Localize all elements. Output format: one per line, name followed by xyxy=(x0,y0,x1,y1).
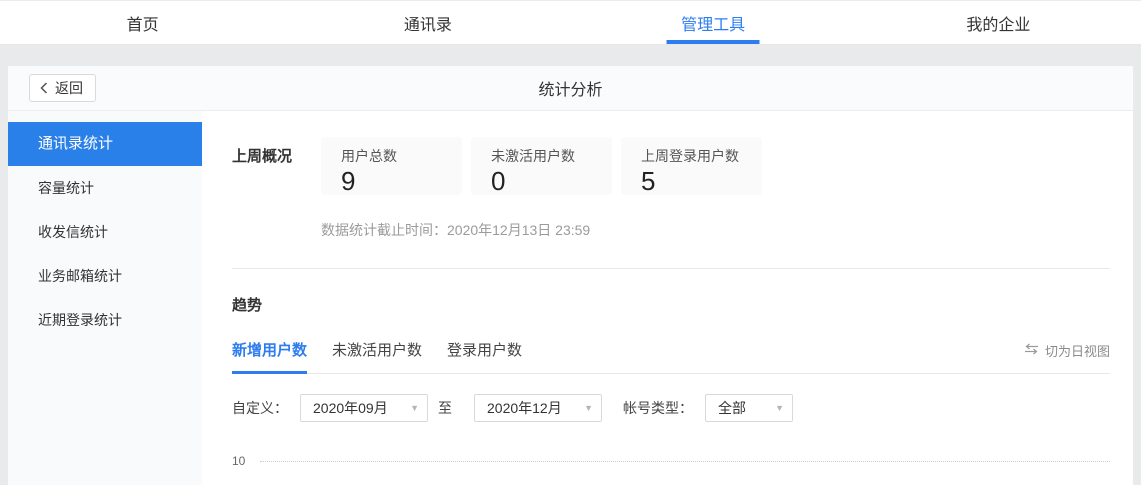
chevron-down-icon: ▼ xyxy=(410,403,419,413)
tab-inactive-users[interactable]: 未激活用户数 xyxy=(332,339,422,374)
end-month-value: 2020年12月 xyxy=(487,400,562,416)
nav-item-home[interactable]: 首页 xyxy=(0,1,285,44)
sidebar: 通讯录统计 容量统计 收发信统计 业务邮箱统计 近期登录统计 xyxy=(8,111,202,485)
main-content: 上周概况 用户总数 9 未激活用户数 0 上周登录用户数 5 数据统计截止时间：… xyxy=(202,111,1133,485)
overview-section-title: 上周概况 xyxy=(232,148,293,165)
sidebar-item-contacts-stats[interactable]: 通讯录统计 xyxy=(8,122,202,166)
start-month-select[interactable]: 2020年09月 ▼ xyxy=(300,394,428,422)
account-type-select[interactable]: 全部 ▼ xyxy=(705,394,793,422)
panel-header: 返回 统计分析 xyxy=(8,66,1133,111)
chart-gridline xyxy=(260,460,1110,462)
nav-item-admin-tools[interactable]: 管理工具 xyxy=(571,1,856,44)
start-month-value: 2020年09月 xyxy=(313,400,388,416)
chevron-down-icon: ▼ xyxy=(775,403,784,413)
nav-item-label: 通讯录 xyxy=(403,16,452,34)
sidebar-item-mail-sendreceive-stats[interactable]: 收发信统计 xyxy=(8,210,202,254)
swap-arrows-icon xyxy=(1024,343,1039,358)
back-button-label: 返回 xyxy=(55,80,83,96)
trend-chart: 10 xyxy=(232,454,1110,468)
nav-item-my-company[interactable]: 我的企业 xyxy=(856,1,1141,44)
nav-active-underline xyxy=(666,40,760,44)
stat-card-total-users: 用户总数 9 xyxy=(321,137,462,195)
top-nav: 首页 通讯录 管理工具 我的企业 xyxy=(0,0,1141,45)
stat-card-label: 用户总数 xyxy=(341,148,397,164)
chevron-down-icon: ▼ xyxy=(584,403,593,413)
panel-body: 通讯录统计 容量统计 收发信统计 业务邮箱统计 近期登录统计 上周概况 用户总数… xyxy=(8,111,1133,485)
stat-card-label: 未激活用户数 xyxy=(491,148,575,164)
stats-panel: 返回 统计分析 通讯录统计 容量统计 收发信统计 业务邮箱统计 近期登录统计 上… xyxy=(8,66,1133,485)
y-axis-tick: 10 xyxy=(232,454,246,468)
switch-to-day-view-button[interactable]: 切为日视图 xyxy=(1024,341,1110,373)
custom-range-label: 自定义： xyxy=(232,400,288,416)
tab-new-users[interactable]: 新增用户数 xyxy=(232,339,308,374)
nav-item-label: 首页 xyxy=(126,16,159,34)
stat-card-label: 上周登录用户数 xyxy=(641,148,739,164)
view-switch-label: 切为日视图 xyxy=(1044,344,1110,359)
sidebar-item-business-mailbox-stats[interactable]: 业务邮箱统计 xyxy=(8,254,202,298)
account-type-value: 全部 xyxy=(718,400,746,416)
back-button[interactable]: 返回 xyxy=(29,74,96,102)
nav-item-label: 管理工具 xyxy=(681,16,746,34)
trend-filter-row: 自定义： 2020年09月 ▼ 至 2020年12月 ▼ 帐号类型： 全部 ▼ xyxy=(232,394,1110,422)
trend-section-title: 趋势 xyxy=(232,297,263,314)
trend-tabs: 新增用户数 未激活用户数 登录用户数 xyxy=(232,339,547,374)
sidebar-item-recent-login-stats[interactable]: 近期登录统计 xyxy=(8,298,202,342)
overview-section: 上周概况 用户总数 9 未激活用户数 0 上周登录用户数 5 xyxy=(232,137,1110,195)
stat-card-value: 5 xyxy=(641,166,656,196)
stat-cards: 用户总数 9 未激活用户数 0 上周登录用户数 5 xyxy=(321,137,762,195)
stat-card-lastweek-login-users: 上周登录用户数 5 xyxy=(621,137,762,195)
stat-card-value: 9 xyxy=(341,166,356,196)
range-to-label: 至 xyxy=(438,400,452,416)
end-month-select[interactable]: 2020年12月 ▼ xyxy=(474,394,602,422)
tab-login-users[interactable]: 登录用户数 xyxy=(447,339,522,374)
page-title: 统计分析 xyxy=(538,82,603,99)
chevron-left-icon xyxy=(40,82,48,94)
section-divider xyxy=(232,268,1110,269)
trend-tabs-row: 新增用户数 未激活用户数 登录用户数 切为日视图 xyxy=(232,339,1110,374)
sidebar-item-capacity-stats[interactable]: 容量统计 xyxy=(8,166,202,210)
nav-item-label: 我的企业 xyxy=(966,16,1031,34)
nav-item-contacts[interactable]: 通讯录 xyxy=(285,1,570,44)
data-cutoff-note: 数据统计截止时间：2020年12月13日 23:59 xyxy=(321,222,591,238)
stat-card-value: 0 xyxy=(491,166,506,196)
stat-card-inactive-users: 未激活用户数 0 xyxy=(471,137,612,195)
account-type-label: 帐号类型： xyxy=(623,400,693,416)
